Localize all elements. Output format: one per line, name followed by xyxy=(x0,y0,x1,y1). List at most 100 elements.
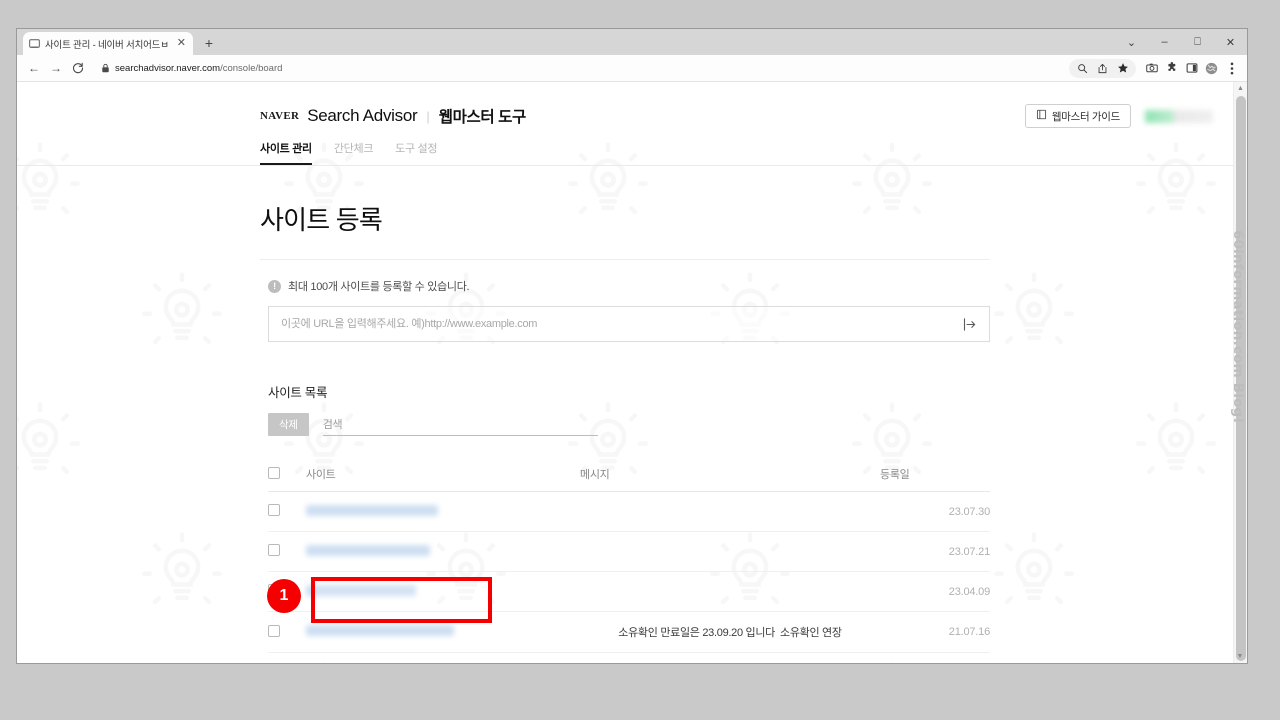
new-tab-button[interactable]: + xyxy=(198,32,220,54)
select-all-cell xyxy=(268,460,306,492)
row-checkbox[interactable] xyxy=(268,624,280,637)
message-cell xyxy=(580,531,880,572)
date-cell: 23.07.21 xyxy=(880,531,990,572)
site-url-redacted xyxy=(306,544,430,556)
browser-tab[interactable]: 사이트 관리 - 네이버 서치어드ㅂ ✕ xyxy=(23,32,193,55)
row-select-cell xyxy=(268,531,306,572)
webmaster-guide-button[interactable]: 웹마스터 가이드 xyxy=(1024,104,1131,128)
table-row[interactable]: 23.07.21 xyxy=(268,531,990,572)
guide-book-icon xyxy=(1036,109,1047,123)
scroll-down-icon[interactable]: ▼ xyxy=(1234,650,1246,663)
address-bar[interactable]: searchadvisor.naver.com/console/board xyxy=(93,59,1063,78)
omnibox-actions xyxy=(1069,58,1136,78)
site-list-table: 사이트 메시지 등록일 23.07.30 23.07.21 23.04.09 소유확인… xyxy=(268,460,990,653)
tab-title: 사이트 관리 - 네이버 서치어드ㅂ xyxy=(45,39,169,51)
registration-date: 23.04.09 xyxy=(948,585,990,598)
extension-actions xyxy=(1136,59,1241,78)
browser-menu-icon[interactable] xyxy=(1222,59,1241,78)
site-cell[interactable] xyxy=(306,531,580,572)
row-checkbox[interactable] xyxy=(268,504,280,516)
user-account-badge[interactable] xyxy=(1145,109,1213,123)
primary-nav-tabs: 사이트 관리 간단체크 도구 설정 xyxy=(17,136,1233,166)
column-header-date[interactable]: 등록일 xyxy=(880,460,990,492)
blog-watermark: 60information.com Blog! xyxy=(1230,230,1246,424)
tab-strip: 사이트 관리 - 네이버 서치어드ㅂ ✕ + ⌄ – ⎕ ✕ xyxy=(17,29,1247,55)
search-advisor-title[interactable]: Search Advisor xyxy=(307,106,417,126)
reload-icon[interactable] xyxy=(67,57,89,79)
forward-arrow-icon[interactable]: → xyxy=(45,57,67,79)
maximize-icon[interactable]: ⎕ xyxy=(1181,29,1214,55)
screenshot-camera-icon[interactable] xyxy=(1142,59,1161,78)
site-header: NAVER Search Advisor | 웹마스터 도구 웹마스터 가이드 xyxy=(17,82,1233,166)
table-row[interactable]: 23.07.30 xyxy=(268,491,990,532)
registration-date: 23.07.30 xyxy=(948,505,990,518)
minimize-icon[interactable]: – xyxy=(1148,29,1181,55)
message-cell xyxy=(580,571,880,612)
table-header-row: 사이트 메시지 등록일 xyxy=(268,460,990,492)
column-header-message[interactable]: 메시지 xyxy=(580,460,880,492)
tab-tool-settings[interactable]: 도구 설정 xyxy=(395,140,437,165)
table-body: 23.07.30 23.07.21 23.04.09 소유확인 만료일은 23.09.… xyxy=(268,491,990,653)
close-icon[interactable]: ✕ xyxy=(1214,29,1247,55)
date-cell: 23.07.30 xyxy=(880,491,990,532)
search-label: 검색 xyxy=(322,419,343,431)
delete-button[interactable]: 삭제 xyxy=(268,413,309,436)
search-input[interactable] xyxy=(350,419,598,431)
scroll-up-icon[interactable]: ▲ xyxy=(1234,82,1247,95)
column-header-site[interactable]: 사이트 xyxy=(306,460,580,492)
share-icon[interactable] xyxy=(1093,59,1112,78)
zoom-search-icon[interactable] xyxy=(1073,59,1092,78)
sidepanel-icon[interactable] xyxy=(1182,59,1201,78)
select-all-checkbox[interactable] xyxy=(268,466,280,479)
site-url-redacted xyxy=(306,625,454,636)
date-cell: 23.04.09 xyxy=(880,571,990,612)
info-icon: ! xyxy=(268,279,281,293)
address-bar-url: searchadvisor.naver.com/console/board xyxy=(115,63,282,74)
registration-date: 23.07.21 xyxy=(948,545,990,558)
annotation-highlight-box xyxy=(311,577,492,623)
page-title: 사이트 등록 xyxy=(260,205,383,235)
chevron-down-icon[interactable]: ⌄ xyxy=(1115,29,1148,55)
tab-site-management[interactable]: 사이트 관리 xyxy=(260,140,312,165)
list-toolbar: 삭제 검색 xyxy=(268,413,1017,436)
header-divider: | xyxy=(426,108,430,124)
annotation-step-badge: 1 xyxy=(267,579,301,613)
row-select-cell xyxy=(268,611,306,653)
submit-arrow-icon[interactable] xyxy=(962,317,977,332)
close-icon[interactable]: ✕ xyxy=(176,38,187,49)
ownership-extend-link[interactable]: 소유확인 연장 xyxy=(780,627,842,639)
message-cell: 소유확인 만료일은 23.09.20 입니다 소유확인 연장 xyxy=(580,611,880,653)
window-controls: ⌄ – ⎕ ✕ xyxy=(1115,29,1247,55)
message-cell xyxy=(580,491,880,532)
profile-avatar-icon[interactable] xyxy=(1202,59,1221,78)
lock-icon xyxy=(101,63,110,73)
site-list-heading: 사이트 목록 xyxy=(268,386,328,400)
page-viewport: NAVER Search Advisor | 웹마스터 도구 웹마스터 가이드 xyxy=(17,82,1247,663)
browser-window-icon xyxy=(29,38,40,49)
notice-text: 최대 100개 사이트를 등록할 수 있습니다. xyxy=(288,281,470,293)
browser-window: 사이트 관리 - 네이버 서치어드ㅂ ✕ + ⌄ – ⎕ ✕ ← → searc… xyxy=(16,28,1248,664)
message-text: 소유확인 만료일은 23.09.20 입니다 xyxy=(618,627,776,639)
url-path: /console/board xyxy=(220,62,283,74)
naver-logo[interactable]: NAVER xyxy=(260,110,299,122)
tab-quick-check[interactable]: 간단체크 xyxy=(334,140,374,165)
row-checkbox[interactable] xyxy=(268,544,280,556)
back-arrow-icon[interactable]: ← xyxy=(23,57,45,79)
registration-limit-notice: ! 최대 100개 사이트를 등록할 수 있습니다. xyxy=(268,278,1017,294)
main-content: 사이트 등록 ! 최대 100개 사이트를 등록할 수 있습니다. 사이트 목록 xyxy=(17,166,1017,663)
site-url-redacted xyxy=(306,504,438,516)
extensions-puzzle-icon[interactable] xyxy=(1162,59,1181,78)
search-field[interactable]: 검색 xyxy=(322,416,598,436)
bookmark-star-icon[interactable] xyxy=(1113,59,1132,78)
url-register-field[interactable] xyxy=(268,306,990,342)
browser-toolbar: ← → searchadvisor.naver.com/console/boar… xyxy=(17,55,1247,82)
web-page: NAVER Search Advisor | 웹마스터 도구 웹마스터 가이드 xyxy=(17,82,1233,663)
row-select-cell xyxy=(268,491,306,532)
url-host: searchadvisor.naver.com xyxy=(115,62,221,74)
registration-date: 21.07.16 xyxy=(948,626,990,638)
title-divider xyxy=(260,259,990,260)
url-input[interactable] xyxy=(281,318,962,330)
site-cell[interactable] xyxy=(306,491,580,532)
webmaster-tool-title: 웹마스터 도구 xyxy=(438,109,526,126)
date-cell: 21.07.16 xyxy=(880,611,990,653)
